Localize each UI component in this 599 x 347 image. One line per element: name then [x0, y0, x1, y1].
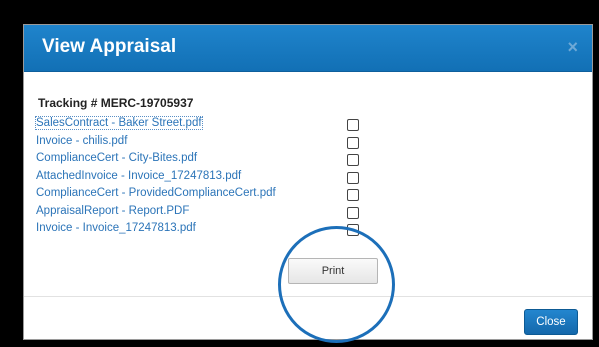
file-row: Invoice - Invoice_17247813.pdf — [36, 221, 376, 239]
file-link[interactable]: AttachedInvoice - Invoice_17247813.pdf — [36, 170, 241, 182]
file-link[interactable]: Invoice - chilis.pdf — [36, 135, 127, 147]
file-link[interactable]: ComplianceCert - City-Bites.pdf — [36, 152, 197, 164]
file-row: AppraisalReport - Report.PDF — [36, 204, 376, 222]
file-checkbox[interactable] — [347, 206, 359, 219]
file-link[interactable]: AppraisalReport - Report.PDF — [36, 205, 189, 217]
file-list: SalesContract - Baker Street.pdf Invoice … — [35, 116, 376, 239]
tracking-number: Tracking # MERC-19705937 — [38, 96, 194, 110]
close-button[interactable]: Close — [524, 309, 578, 335]
file-checkbox[interactable] — [347, 189, 359, 201]
dialog-header: View Appraisal × — [24, 25, 592, 72]
file-checkbox[interactable] — [347, 136, 359, 149]
file-checkbox[interactable] — [347, 224, 359, 236]
file-row: AttachedInvoice - Invoice_17247813.pdf — [36, 169, 376, 187]
dialog-footer: Close — [24, 296, 592, 339]
file-checkbox[interactable] — [347, 119, 359, 131]
file-checkbox[interactable] — [347, 171, 359, 184]
file-row: ComplianceCert - ProvidedComplianceCert.… — [36, 186, 376, 204]
dialog-title: View Appraisal — [42, 36, 177, 57]
file-link[interactable]: ComplianceCert - ProvidedComplianceCert.… — [36, 187, 276, 199]
view-appraisal-dialog: View Appraisal × Tracking # MERC-1970593… — [23, 24, 593, 340]
file-row: Invoice - chilis.pdf — [36, 134, 376, 152]
print-button[interactable]: Print — [288, 258, 378, 284]
file-checkbox[interactable] — [347, 154, 359, 166]
close-icon[interactable]: × — [567, 37, 578, 58]
file-row: ComplianceCert - City-Bites.pdf — [36, 151, 376, 169]
file-link[interactable]: Invoice - Invoice_17247813.pdf — [36, 222, 196, 234]
file-link[interactable]: SalesContract - Baker Street.pdf — [35, 116, 203, 130]
file-row: SalesContract - Baker Street.pdf — [35, 116, 376, 134]
